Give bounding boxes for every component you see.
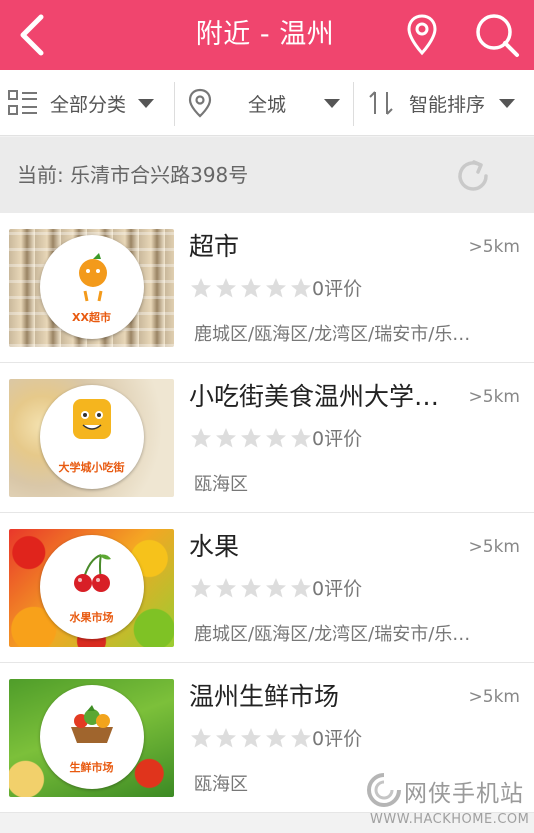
shop-image: 水果市场: [9, 529, 174, 647]
star-icon: [266, 428, 286, 448]
chevron-left-icon: [20, 14, 44, 56]
star-icon: [291, 578, 311, 598]
shop-area: 鹿城区/瓯海区/龙湾区/瑞安市/乐…: [194, 624, 471, 645]
rating-stars: [189, 576, 314, 600]
shop-logo-text: 大学城小吃街: [58, 461, 125, 474]
filter-sort[interactable]: 智能排序: [367, 70, 531, 136]
review-count: 0评价: [312, 428, 363, 450]
caret-down-icon: [324, 98, 341, 108]
filter-category-label: 全部分类: [50, 93, 127, 116]
watermark-en-text: WWW.HACKHOME.COM: [370, 812, 530, 827]
header-bar: 附近 - 温州: [0, 0, 534, 70]
list-item[interactable]: 水果市场 水果 >5km 0评价 鹿城区/瓯海区/龙湾区/瑞安市/乐…: [0, 513, 534, 663]
star-icon: [241, 278, 261, 298]
filter-area-label: 全城: [248, 93, 287, 116]
watermark-cn-text: 网侠手机站: [404, 781, 524, 807]
rating-stars: [189, 426, 314, 450]
star-icon: [266, 278, 286, 298]
star-icon: [191, 728, 211, 748]
shop-area: 瓯海区: [194, 474, 248, 495]
filter-bar: 全部分类 全城 智能排序: [0, 70, 534, 136]
star-icon: [291, 428, 311, 448]
star-icon: [241, 428, 261, 448]
caret-down-icon: [138, 98, 155, 108]
app-screen: 附近 - 温州 全部分类 全城 智能排序 当前: 乐清市合兴路398号 XX超市…: [0, 0, 534, 833]
location-button[interactable]: [400, 8, 444, 62]
star-icon: [191, 278, 211, 298]
review-count: 0评价: [312, 728, 363, 750]
current-location-bar: 当前: 乐清市合兴路398号: [0, 137, 534, 213]
grid-list-icon: [8, 90, 37, 115]
star-icon: [216, 578, 236, 598]
shop-name: 温州生鲜市场: [189, 682, 340, 711]
shop-image: 生鲜市场: [9, 679, 174, 797]
shop-distance: >5km: [468, 387, 520, 407]
sort-icon: [369, 91, 393, 115]
search-button[interactable]: [470, 8, 524, 62]
shop-name: 小吃街美食温州大学…: [189, 382, 440, 411]
star-icon: [191, 578, 211, 598]
vegetable-basket-icon: [71, 705, 113, 743]
star-icon: [266, 728, 286, 748]
shop-image: XX超市: [9, 229, 174, 347]
current-location-text: 当前: 乐清市合兴路398号: [17, 163, 249, 187]
back-button[interactable]: [10, 10, 54, 60]
star-icon: [241, 728, 261, 748]
star-icon: [241, 578, 261, 598]
orange-mascot-icon: [79, 253, 107, 302]
shop-name: 水果: [189, 532, 240, 561]
filter-area[interactable]: 全城: [188, 70, 348, 136]
star-icon: [291, 728, 311, 748]
divider: [174, 82, 175, 126]
map-pin-icon: [188, 88, 212, 118]
shop-logo-text: XX超市: [72, 311, 111, 324]
shop-logo-text: 水果市场: [69, 611, 114, 624]
shop-distance: >5km: [468, 687, 520, 707]
shop-name: 超市: [189, 232, 240, 261]
star-icon: [266, 578, 286, 598]
watermark: 网侠手机站 WWW.HACKHOME.COM: [360, 770, 534, 833]
star-icon: [191, 428, 211, 448]
mascot-face-icon: [73, 399, 111, 439]
filter-category[interactable]: 全部分类: [8, 70, 170, 136]
divider: [353, 82, 354, 126]
review-count: 0评价: [312, 578, 363, 600]
caret-down-icon: [499, 98, 516, 108]
shop-distance: >5km: [468, 237, 520, 257]
shop-image: 大学城小吃街: [9, 379, 174, 497]
list-item[interactable]: 大学城小吃街 小吃街美食温州大学… >5km 0评价 瓯海区: [0, 363, 534, 513]
shop-area: 鹿城区/瓯海区/龙湾区/瑞安市/乐…: [194, 324, 471, 345]
list-item[interactable]: XX超市 超市 >5km 0评价 鹿城区/瓯海区/龙湾区/瑞安市/乐…: [0, 213, 534, 363]
star-icon: [216, 428, 236, 448]
cherry-icon: [74, 554, 111, 592]
page-title: 附近 - 温州: [195, 19, 335, 50]
refresh-icon: [458, 160, 488, 191]
shop-distance: >5km: [468, 537, 520, 557]
map-pin-icon: [407, 14, 437, 56]
star-icon: [216, 728, 236, 748]
star-icon: [216, 278, 236, 298]
star-icon: [291, 278, 311, 298]
refresh-button[interactable]: [452, 155, 494, 197]
watermark-logo-icon: [367, 773, 401, 807]
rating-stars: [189, 276, 314, 300]
shop-list: XX超市 超市 >5km 0评价 鹿城区/瓯海区/龙湾区/瑞安市/乐… 大学城小…: [0, 213, 534, 813]
rating-stars: [189, 726, 314, 750]
review-count: 0评价: [312, 278, 363, 300]
search-icon: [476, 14, 519, 57]
filter-sort-label: 智能排序: [409, 93, 486, 116]
shop-logo-text: 生鲜市场: [69, 761, 114, 774]
